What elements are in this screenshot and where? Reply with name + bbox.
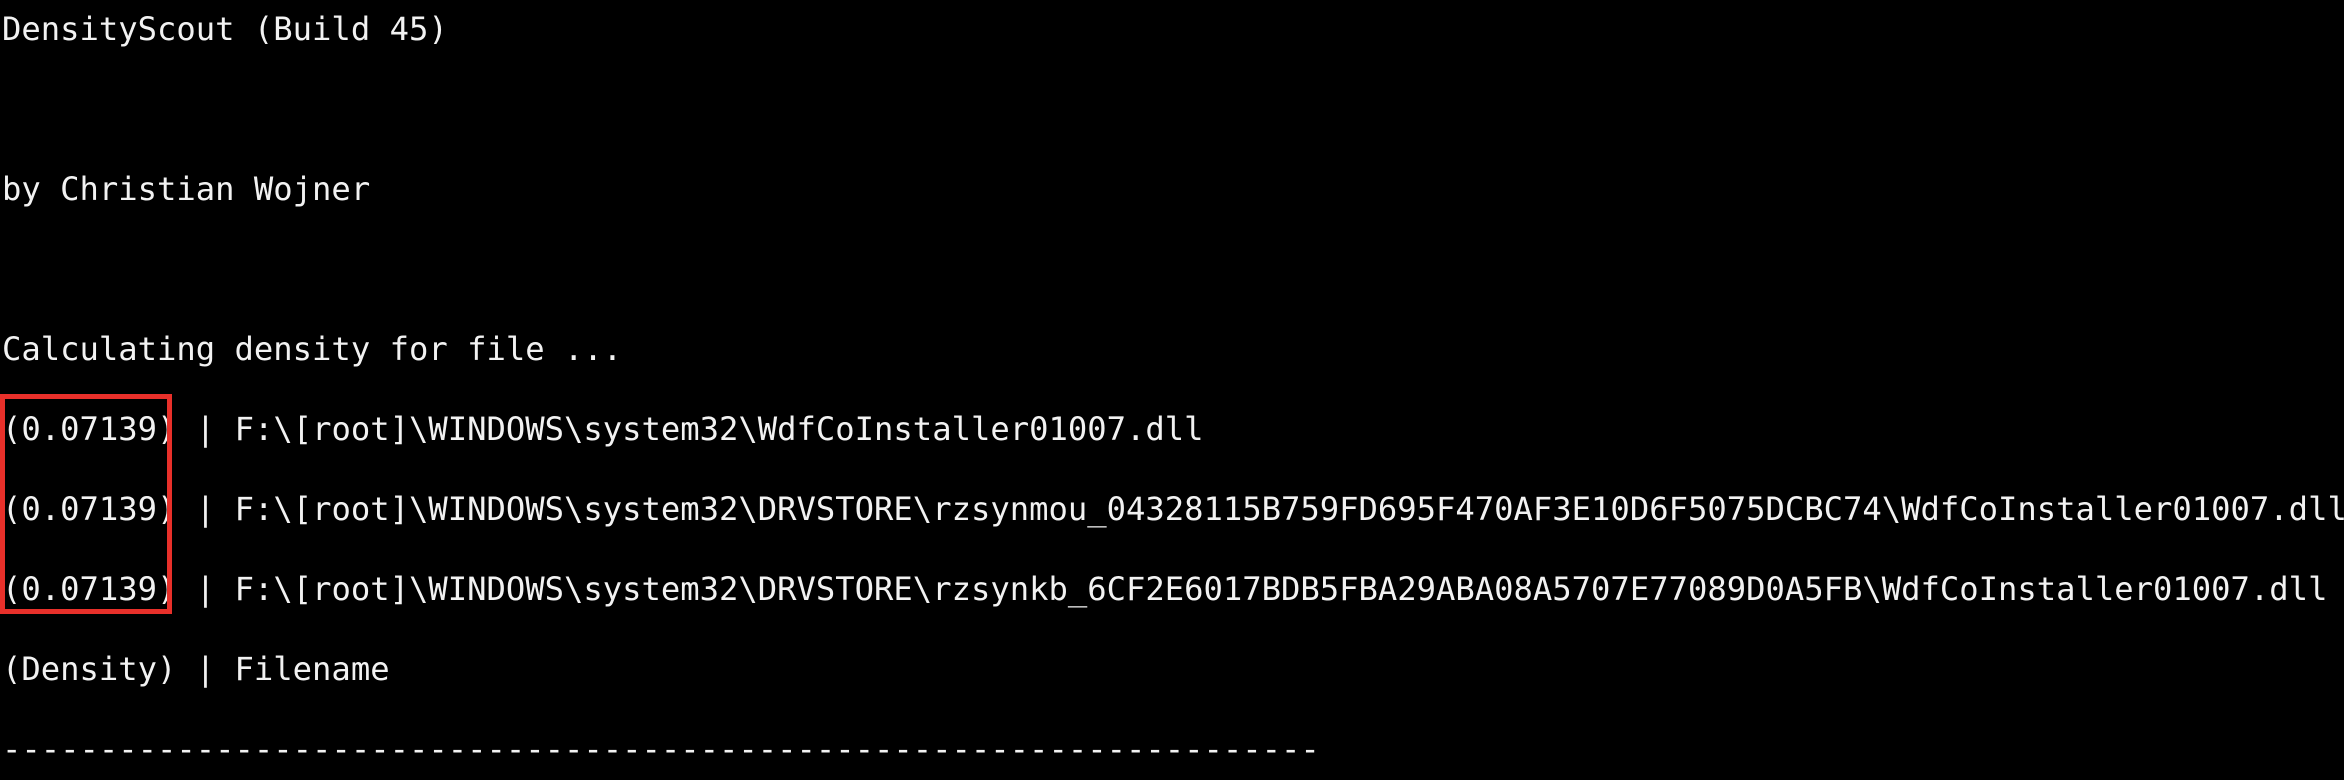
divider-line: ----------------------------------------… <box>2 730 1320 768</box>
result-row: (0.07139) | F:\[root]\WINDOWS\system32\D… <box>2 485 2344 533</box>
result-row: (0.07139) | F:\[root]\WINDOWS\system32\D… <box>2 565 2327 613</box>
column-header-line: (Density) | Filename <box>2 650 390 688</box>
column-separator: | <box>176 410 235 448</box>
file-path: F:\[root]\WINDOWS\system32\DRVSTORE\rzsy… <box>234 570 2328 608</box>
result-row: (0.07139) | F:\[root]\WINDOWS\system32\W… <box>2 405 1204 453</box>
density-highlight-box <box>0 394 172 614</box>
column-separator: | <box>176 570 235 608</box>
app-title-line: DensityScout (Build 45) <box>2 10 448 48</box>
status-line: Calculating density for file ... <box>2 330 623 368</box>
file-path: F:\[root]\WINDOWS\system32\DRVSTORE\rzsy… <box>234 490 2344 528</box>
column-separator: | <box>176 490 235 528</box>
console-window: DensityScout (Build 45) by Christian Woj… <box>0 0 2344 780</box>
file-path: F:\[root]\WINDOWS\system32\WdfCoInstalle… <box>234 410 1204 448</box>
author-line: by Christian Wojner <box>2 170 371 208</box>
